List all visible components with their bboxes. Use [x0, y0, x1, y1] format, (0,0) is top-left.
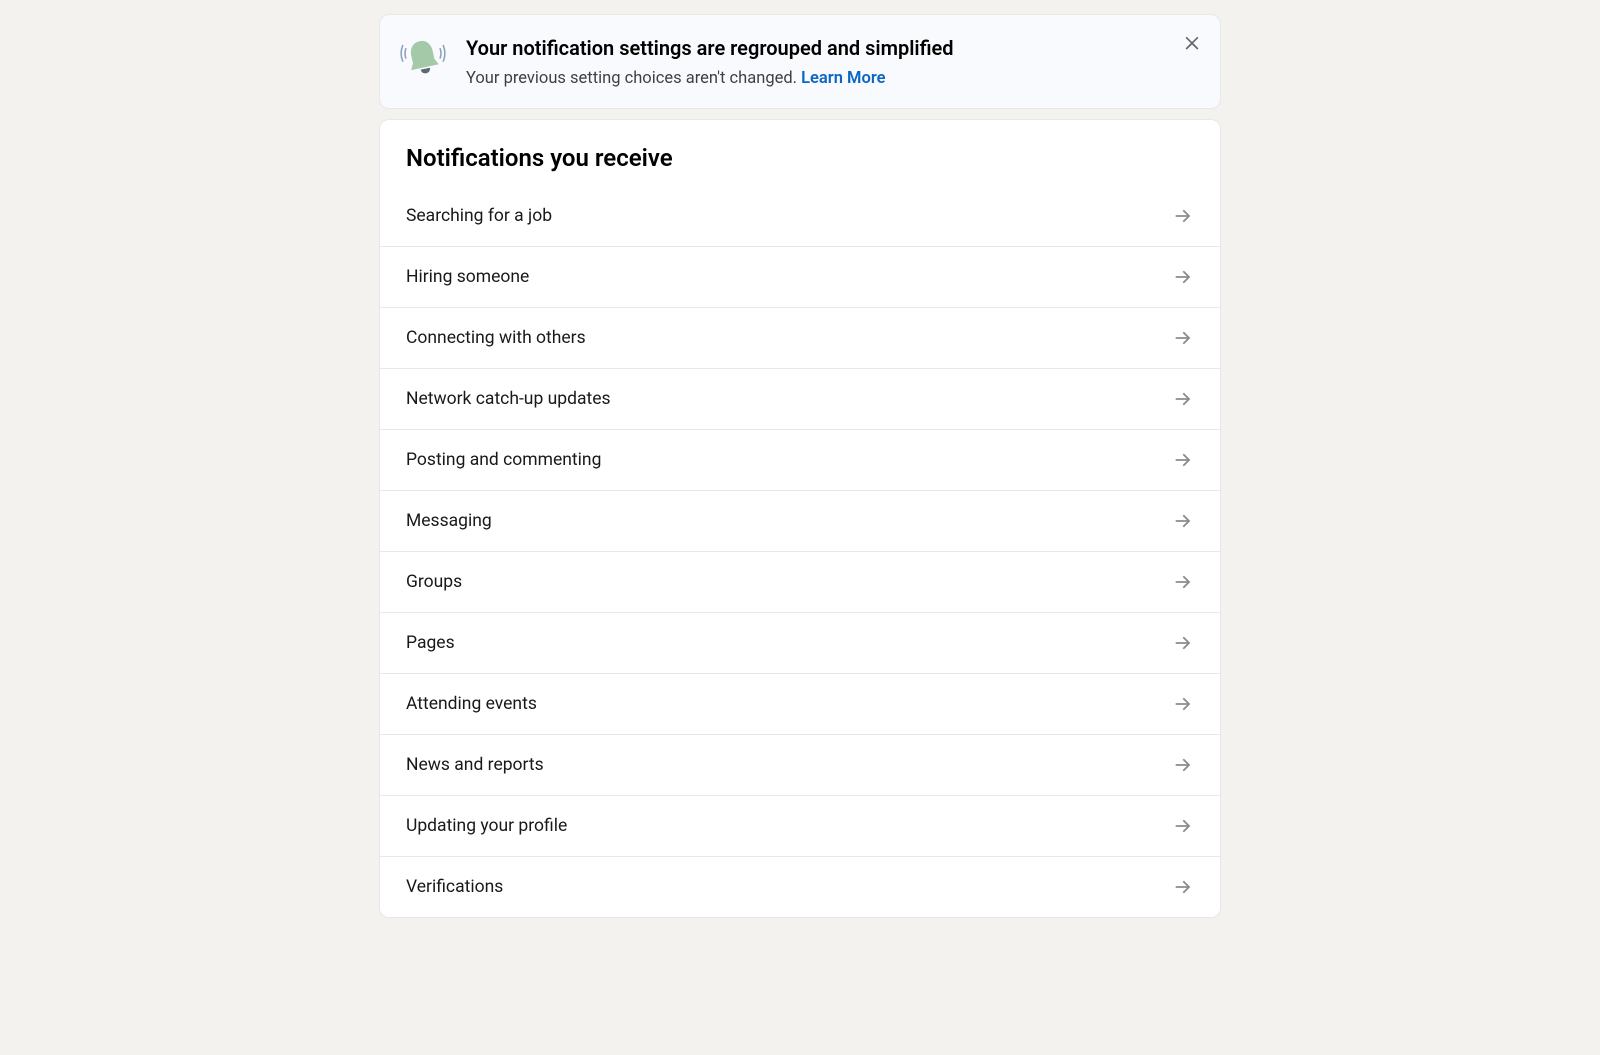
list-item-label: Pages	[406, 633, 455, 653]
bell-icon	[398, 33, 448, 83]
list-item-label: Messaging	[406, 511, 492, 531]
notifications-card: Notifications you receive Searching for …	[379, 119, 1221, 918]
category-news-and-reports[interactable]: News and reports	[380, 734, 1220, 795]
banner-subtitle-text: Your previous setting choices aren't cha…	[466, 69, 801, 88]
list-item-label: Posting and commenting	[406, 450, 601, 470]
category-connecting-with-others[interactable]: Connecting with others	[380, 307, 1220, 368]
category-pages[interactable]: Pages	[380, 612, 1220, 673]
category-hiring-someone[interactable]: Hiring someone	[380, 246, 1220, 307]
learn-more-link[interactable]: Learn More	[801, 69, 885, 88]
category-attending-events[interactable]: Attending events	[380, 673, 1220, 734]
category-updating-your-profile[interactable]: Updating your profile	[380, 795, 1220, 856]
category-groups[interactable]: Groups	[380, 551, 1220, 612]
list-item-label: Updating your profile	[406, 816, 567, 836]
list-item-label: Connecting with others	[406, 328, 586, 348]
list-item-label: Attending events	[406, 694, 537, 714]
notification-categories-list: Searching for a job Hiring someone Conne…	[380, 180, 1220, 917]
category-verifications[interactable]: Verifications	[380, 856, 1220, 917]
category-messaging[interactable]: Messaging	[380, 490, 1220, 551]
arrow-right-icon	[1172, 632, 1194, 654]
list-item-label: Verifications	[406, 877, 503, 897]
arrow-right-icon	[1172, 815, 1194, 837]
arrow-right-icon	[1172, 327, 1194, 349]
category-searching-for-a-job[interactable]: Searching for a job	[380, 186, 1220, 246]
category-posting-and-commenting[interactable]: Posting and commenting	[380, 429, 1220, 490]
list-item-label: Groups	[406, 572, 462, 592]
arrow-right-icon	[1172, 205, 1194, 227]
arrow-right-icon	[1172, 449, 1194, 471]
list-item-label: Searching for a job	[406, 206, 552, 226]
banner-title: Your notification settings are regrouped…	[466, 35, 1200, 61]
close-button[interactable]	[1178, 29, 1206, 57]
arrow-right-icon	[1172, 510, 1194, 532]
banner-subtitle: Your previous setting choices aren't cha…	[466, 67, 1200, 90]
arrow-right-icon	[1172, 266, 1194, 288]
info-banner: Your notification settings are regrouped…	[379, 14, 1221, 109]
list-item-label: News and reports	[406, 755, 544, 775]
arrow-right-icon	[1172, 754, 1194, 776]
page-title: Notifications you receive	[406, 144, 1194, 172]
category-network-catch-up-updates[interactable]: Network catch-up updates	[380, 368, 1220, 429]
close-icon	[1182, 32, 1202, 55]
list-item-label: Network catch-up updates	[406, 389, 611, 409]
arrow-right-icon	[1172, 693, 1194, 715]
list-item-label: Hiring someone	[406, 267, 529, 287]
arrow-right-icon	[1172, 388, 1194, 410]
arrow-right-icon	[1172, 571, 1194, 593]
arrow-right-icon	[1172, 876, 1194, 898]
